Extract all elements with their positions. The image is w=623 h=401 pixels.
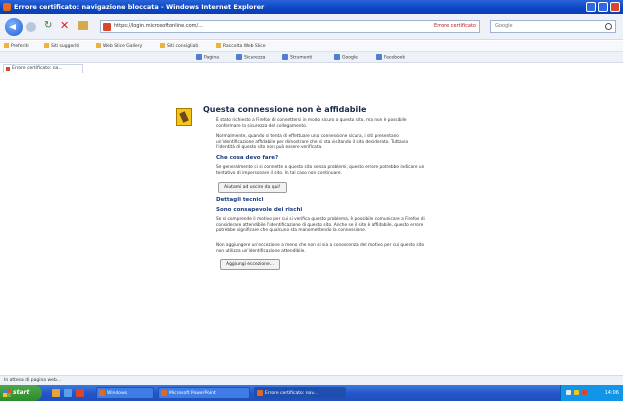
browser-quicklaunch-icon[interactable] [64,389,72,397]
favorite-link[interactable]: Siti suggeriti [44,43,79,49]
page-icon [196,54,202,60]
tools-menu[interactable]: Strumenti [282,54,312,61]
close-button[interactable] [610,2,620,12]
favorite-link[interactable]: Siti consigliati [160,43,198,49]
navigation-bar: ↻ ✕ https://login.microsoftonline.com/..… [0,14,623,40]
shield-icon [236,54,242,60]
address-bar[interactable]: https://login.microsoftonline.com/... Er… [100,20,480,33]
search-box[interactable]: Google [490,20,616,33]
intro-text: È stato richiesto a Firefox di connetter… [216,118,407,129]
volume-icon[interactable] [574,390,579,395]
star-icon [4,43,9,48]
antivirus-icon[interactable] [582,390,587,395]
page-icon [44,43,49,48]
title-bar: Errore certificato: navigazione bloccata… [0,0,623,14]
facebook-icon [376,54,382,60]
home-icon[interactable] [78,21,88,30]
taskbar-item[interactable]: Windows [96,387,154,399]
facebook-button[interactable]: Facebook [376,54,405,61]
certificate-warning-icon [103,23,111,31]
window-title: Errore certificato: navigazione bloccata… [14,3,265,11]
explorer-quicklaunch-icon[interactable] [52,389,60,397]
folder-icon [99,390,105,396]
certificate-error-badge[interactable]: Errore certificato [434,23,476,29]
media-quicklaunch-icon[interactable] [76,389,84,397]
system-tray: 14:06 [560,385,623,401]
gear-icon [282,54,288,60]
browser-tab[interactable]: Errore certificato: na... [3,64,83,73]
safety-menu[interactable]: Sicurezza [236,54,265,61]
taskbar: start Windows Microsoft PowerPoint Error… [0,385,623,401]
internet-explorer-icon [3,3,11,11]
internet-explorer-icon [257,390,263,396]
understand-risks-heading[interactable]: Sono consapevole dei rischi [216,207,302,213]
favorites-button[interactable]: Preferiti [4,43,29,49]
google-icon [334,54,340,60]
stop-icon[interactable]: ✕ [60,19,69,32]
back-button[interactable] [5,18,23,36]
favorite-link[interactable]: Web Slice Gallery [96,43,142,49]
page-content: Questa connessione non è affidabile È st… [0,73,623,375]
google-button[interactable]: Google [334,54,358,61]
understand-risks-text: Se si comprende il motivo per cui si ver… [216,217,425,233]
what-to-do-heading: Che cosa devo fare? [216,155,279,161]
network-icon[interactable] [566,390,571,395]
search-icon[interactable] [605,23,612,30]
add-exception-button[interactable]: Aggiungi eccezione... [220,259,281,270]
taskbar-item[interactable]: Microsoft PowerPoint [158,387,250,399]
maximize-button[interactable] [598,2,608,12]
page-icon [216,43,221,48]
page-menu[interactable]: Pagina [196,54,219,61]
certificate-warning-icon [6,67,10,71]
favorite-link[interactable]: Raccolta Web Slice [216,43,266,49]
refresh-icon[interactable]: ↻ [44,20,52,31]
what-to-do-text: Se generalmente ci si connette a questo … [216,165,425,176]
status-text: In attesa di pagina web... [4,378,62,383]
status-bar: In attesa di pagina web... [0,375,623,385]
get-me-out-button[interactable]: Aiutami ad uscire da qui! [218,182,287,193]
page-icon [160,43,165,48]
page-title: Questa connessione non è affidabile [203,105,367,114]
page-icon [96,43,101,48]
security-warning-icon [176,108,192,126]
taskbar-item-active[interactable]: Errore certificato: nav... [254,387,346,399]
exception-text: Non aggiungere un'eccezione a meno che n… [216,243,425,254]
forward-button[interactable] [26,22,36,32]
powerpoint-icon [161,390,167,396]
normally-text: Normalmente, quando si tenta di effettua… [216,134,409,150]
search-provider-label: Google [495,23,513,29]
clock: 14:06 [604,390,619,396]
technical-details-heading[interactable]: Dettagli tecnici [216,197,263,203]
tab-label: Errore certificato: na... [12,66,63,71]
windows-logo-icon [3,389,11,397]
favorites-bar: Preferiti Siti suggeriti Web Slice Galle… [0,41,623,52]
address-url[interactable]: https://login.microsoftonline.com/... [114,23,203,29]
minimize-button[interactable] [586,2,596,12]
start-button[interactable]: start [0,385,42,401]
command-bar: Pagina Sicurezza Strumenti Google Facebo… [0,52,623,63]
